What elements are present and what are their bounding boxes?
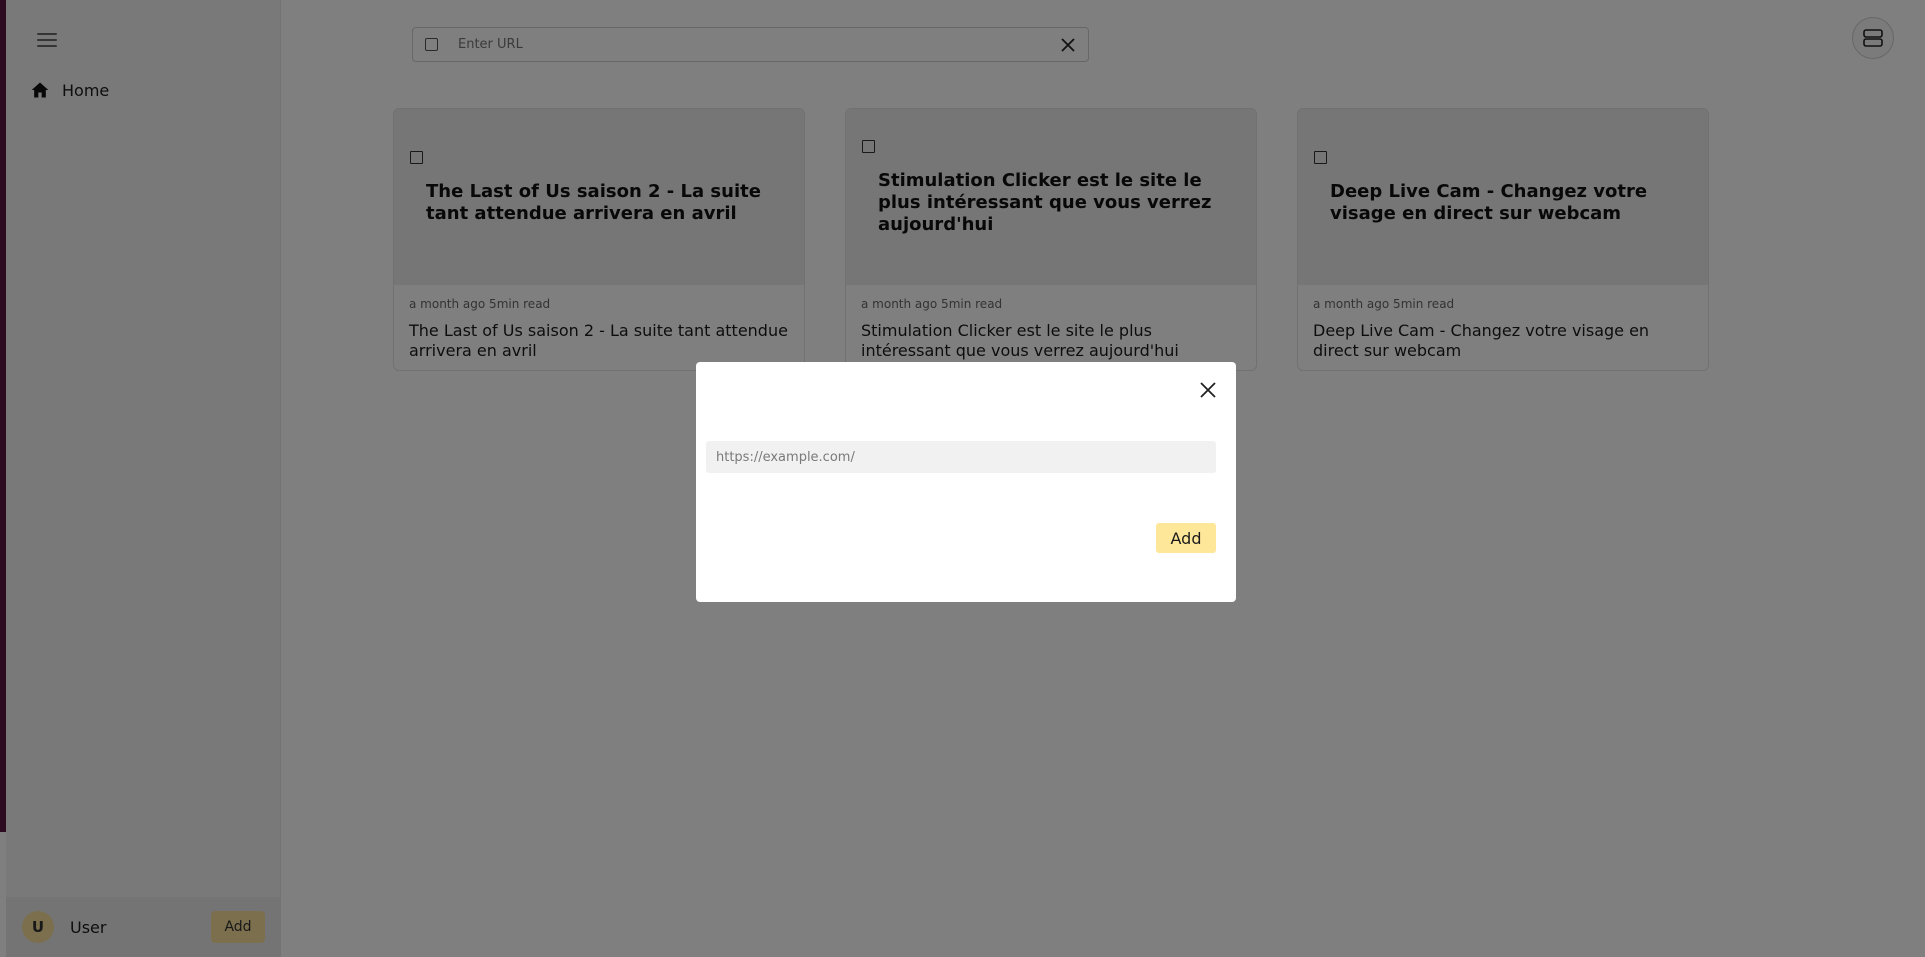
url-field[interactable] (706, 441, 1216, 473)
close-icon[interactable] (1196, 378, 1220, 402)
add-button[interactable]: Add (1156, 523, 1216, 553)
add-url-dialog: Add (696, 362, 1236, 602)
